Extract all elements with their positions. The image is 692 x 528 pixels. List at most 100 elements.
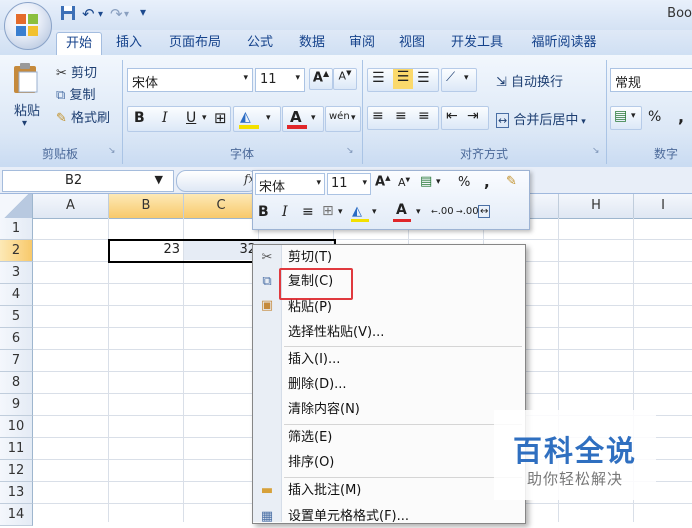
menu-item-cut[interactable]: 剪切(T): [288, 247, 332, 269]
align-bottom-icon[interactable]: ☰: [417, 70, 430, 86]
row-header-14[interactable]: 14: [0, 504, 33, 526]
comma-button[interactable]: ,: [678, 107, 684, 126]
mini-shrink-font-icon[interactable]: A▼: [398, 176, 410, 189]
merge-center-button[interactable]: ↔ 合并后居中 ▾: [496, 109, 586, 128]
row-header-11[interactable]: 11: [0, 438, 33, 460]
row-header-7[interactable]: 7: [0, 350, 33, 372]
paste-dropdown-icon[interactable]: ▾: [22, 118, 27, 129]
mini-grow-font-icon[interactable]: A▲: [375, 174, 390, 189]
decrease-indent-icon[interactable]: ⇤: [446, 108, 458, 124]
italic-button[interactable]: I: [162, 110, 168, 126]
bold-button[interactable]: B: [134, 110, 145, 126]
column-header-i[interactable]: I: [634, 194, 692, 218]
border-icon[interactable]: ⊞: [214, 109, 227, 127]
menu-item-insert[interactable]: 插入(I)...: [288, 349, 340, 371]
menu-item-filter[interactable]: 筛选(E): [288, 427, 332, 449]
row-header-1[interactable]: 1: [0, 218, 33, 240]
row-header-9[interactable]: 9: [0, 394, 33, 416]
chevron-down-icon[interactable]: ▾: [436, 177, 441, 187]
chevron-down-icon[interactable]: ▾: [416, 207, 421, 217]
menu-item-paste[interactable]: 粘贴(P): [288, 297, 332, 319]
phonetic-button[interactable]: wén ▾: [325, 106, 361, 132]
tab-review[interactable]: 审阅: [342, 32, 382, 54]
row-header-3[interactable]: 3: [0, 262, 33, 284]
mini-font-color-icon[interactable]: A: [396, 202, 407, 218]
mini-border-icon[interactable]: ⊞: [322, 203, 334, 219]
row-header-8[interactable]: 8: [0, 372, 33, 394]
mini-center-icon[interactable]: ≡: [302, 204, 314, 220]
column-header-a[interactable]: A: [33, 194, 109, 218]
cut-button[interactable]: ✂ 剪切: [56, 62, 97, 81]
decrease-decimal-button[interactable]: →.00: [456, 206, 479, 217]
increase-decimal-button[interactable]: ←.00: [431, 206, 454, 217]
mini-currency-icon[interactable]: ▤: [420, 174, 432, 189]
row-header-6[interactable]: 6: [0, 328, 33, 350]
fill-color-button[interactable]: ◭ ▾: [233, 106, 281, 132]
mini-format-painter-icon[interactable]: ✎: [506, 174, 517, 189]
tab-data[interactable]: 数据: [292, 32, 332, 54]
clipboard-launcher-icon[interactable]: ↘: [108, 146, 116, 156]
tab-view[interactable]: 视图: [392, 32, 432, 54]
undo-dropdown-icon[interactable]: ▾: [98, 9, 103, 27]
paste-icon[interactable]: [8, 60, 46, 96]
chevron-down-icon[interactable]: ▾: [202, 113, 207, 123]
font-name-box[interactable]: 宋体 ▾: [127, 68, 253, 92]
mini-comma-button[interactable]: ,: [484, 173, 490, 191]
row-header-12[interactable]: 12: [0, 460, 33, 482]
row-header-13[interactable]: 13: [0, 482, 33, 504]
percent-button[interactable]: %: [648, 109, 661, 125]
mini-italic-button[interactable]: I: [282, 204, 288, 220]
currency-button[interactable]: ▤ ▾: [610, 106, 642, 130]
chevron-down-icon[interactable]: ▾: [338, 207, 343, 217]
align-right-icon[interactable]: ≡: [418, 108, 430, 124]
save-icon[interactable]: [60, 5, 76, 23]
tab-insert[interactable]: 插入: [110, 32, 148, 54]
mini-percent-button[interactable]: %: [458, 175, 470, 190]
row-header-10[interactable]: 10: [0, 416, 33, 438]
row-header-5[interactable]: 5: [0, 306, 33, 328]
mini-font-size-box[interactable]: 11 ▾: [327, 173, 371, 195]
wrap-text-button[interactable]: ⇲ 自动换行: [496, 71, 563, 90]
redo-dropdown-icon[interactable]: ▾: [124, 9, 129, 27]
tab-foxit-reader[interactable]: 福昕阅读器: [522, 32, 606, 54]
menu-item-insert-comment[interactable]: 插入批注(M): [288, 480, 361, 502]
chevron-down-icon[interactable]: ▾: [372, 207, 377, 217]
tab-formulas[interactable]: 公式: [240, 32, 280, 54]
customize-quick-access[interactable]: ▾: [140, 5, 146, 23]
alignment-launcher-icon[interactable]: ↘: [592, 146, 600, 156]
tab-developer[interactable]: 开发工具: [442, 32, 512, 54]
font-launcher-icon[interactable]: ↘: [346, 146, 354, 156]
align-middle-icon[interactable]: ☰: [393, 69, 413, 89]
tab-page-layout[interactable]: 页面布局: [160, 32, 230, 54]
underline-button[interactable]: U: [186, 110, 196, 126]
mini-merge-icon[interactable]: ↔: [478, 205, 491, 218]
copy-button[interactable]: ⧉ 复制: [56, 84, 95, 103]
align-center-icon[interactable]: ≡: [395, 108, 407, 124]
row-header-4[interactable]: 4: [0, 284, 33, 306]
shrink-font-button[interactable]: A▼: [333, 68, 357, 90]
mini-bold-button[interactable]: B: [258, 204, 269, 220]
menu-item-delete[interactable]: 删除(D)...: [288, 374, 347, 396]
menu-item-format-cells[interactable]: 设置单元格格式(F)...: [288, 506, 409, 528]
mini-font-name-box[interactable]: 宋体 ▾: [255, 173, 325, 195]
paste-button[interactable]: 粘贴: [12, 100, 42, 119]
name-box[interactable]: B2 ▼: [2, 170, 174, 192]
increase-indent-icon[interactable]: ⇥: [467, 108, 479, 124]
column-header-b[interactable]: B: [109, 194, 184, 218]
number-format-box[interactable]: 常规: [610, 68, 692, 92]
cell-b2[interactable]: 23: [150, 242, 180, 257]
redo-icon[interactable]: ↷: [110, 5, 123, 23]
align-left-icon[interactable]: ≡: [372, 108, 384, 124]
menu-item-clear-contents[interactable]: 清除内容(N): [288, 399, 360, 421]
mini-fill-color-icon[interactable]: ◭: [352, 204, 362, 219]
menu-item-paste-special[interactable]: 选择性粘贴(V)...: [288, 322, 384, 344]
tab-home[interactable]: 开始: [56, 32, 102, 55]
format-painter-button[interactable]: ✎ 格式刷: [56, 107, 110, 126]
column-header-h[interactable]: H: [559, 194, 634, 218]
menu-item-sort[interactable]: 排序(O): [288, 452, 334, 474]
office-button[interactable]: [4, 2, 52, 50]
select-all-button[interactable]: [0, 194, 33, 218]
font-color-button[interactable]: A ▾: [282, 106, 324, 132]
grow-font-button[interactable]: A▲: [309, 68, 333, 90]
font-size-box[interactable]: 11 ▾: [255, 68, 305, 92]
